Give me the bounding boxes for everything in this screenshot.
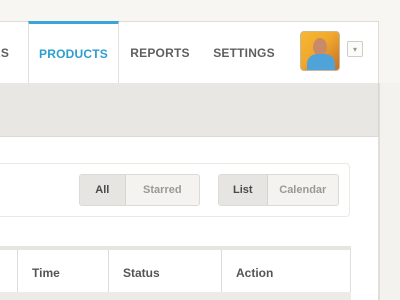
column-header-status[interactable]: Status [108, 250, 222, 296]
layout-calendar-button[interactable]: Calendar [268, 175, 338, 205]
nav-item-products[interactable]: PRODUCTS [28, 21, 119, 84]
right-gutter-top [379, 22, 400, 83]
nav-item-partial[interactable]: RS [0, 22, 16, 84]
layout-segmented-control: List Calendar [218, 174, 339, 206]
user-menu-dropdown-button[interactable]: ▾ [347, 41, 363, 57]
filter-starred-button[interactable]: Starred [126, 175, 199, 205]
layout-list-button[interactable]: List [219, 175, 268, 205]
column-header-time[interactable]: Time [17, 250, 109, 296]
filter-all-button[interactable]: All [80, 175, 126, 205]
right-gutter [379, 83, 400, 300]
top-strip [0, 0, 400, 22]
view-filter-segmented-control: All Starred [79, 174, 200, 206]
user-avatar[interactable] [300, 31, 340, 71]
column-header-action[interactable]: Action [221, 250, 351, 296]
nav-item-reports[interactable]: REPORTS [124, 22, 196, 84]
column-header-select[interactable] [0, 250, 17, 296]
table-row-strip [0, 292, 351, 300]
nav-item-settings[interactable]: SETTINGS [208, 22, 280, 84]
toolbar-band [0, 83, 379, 137]
avatar-body [307, 54, 335, 70]
chevron-down-icon: ▾ [352, 44, 357, 54]
main-navigation: RS PRODUCTS REPORTS SETTINGS ▾ [0, 21, 379, 84]
